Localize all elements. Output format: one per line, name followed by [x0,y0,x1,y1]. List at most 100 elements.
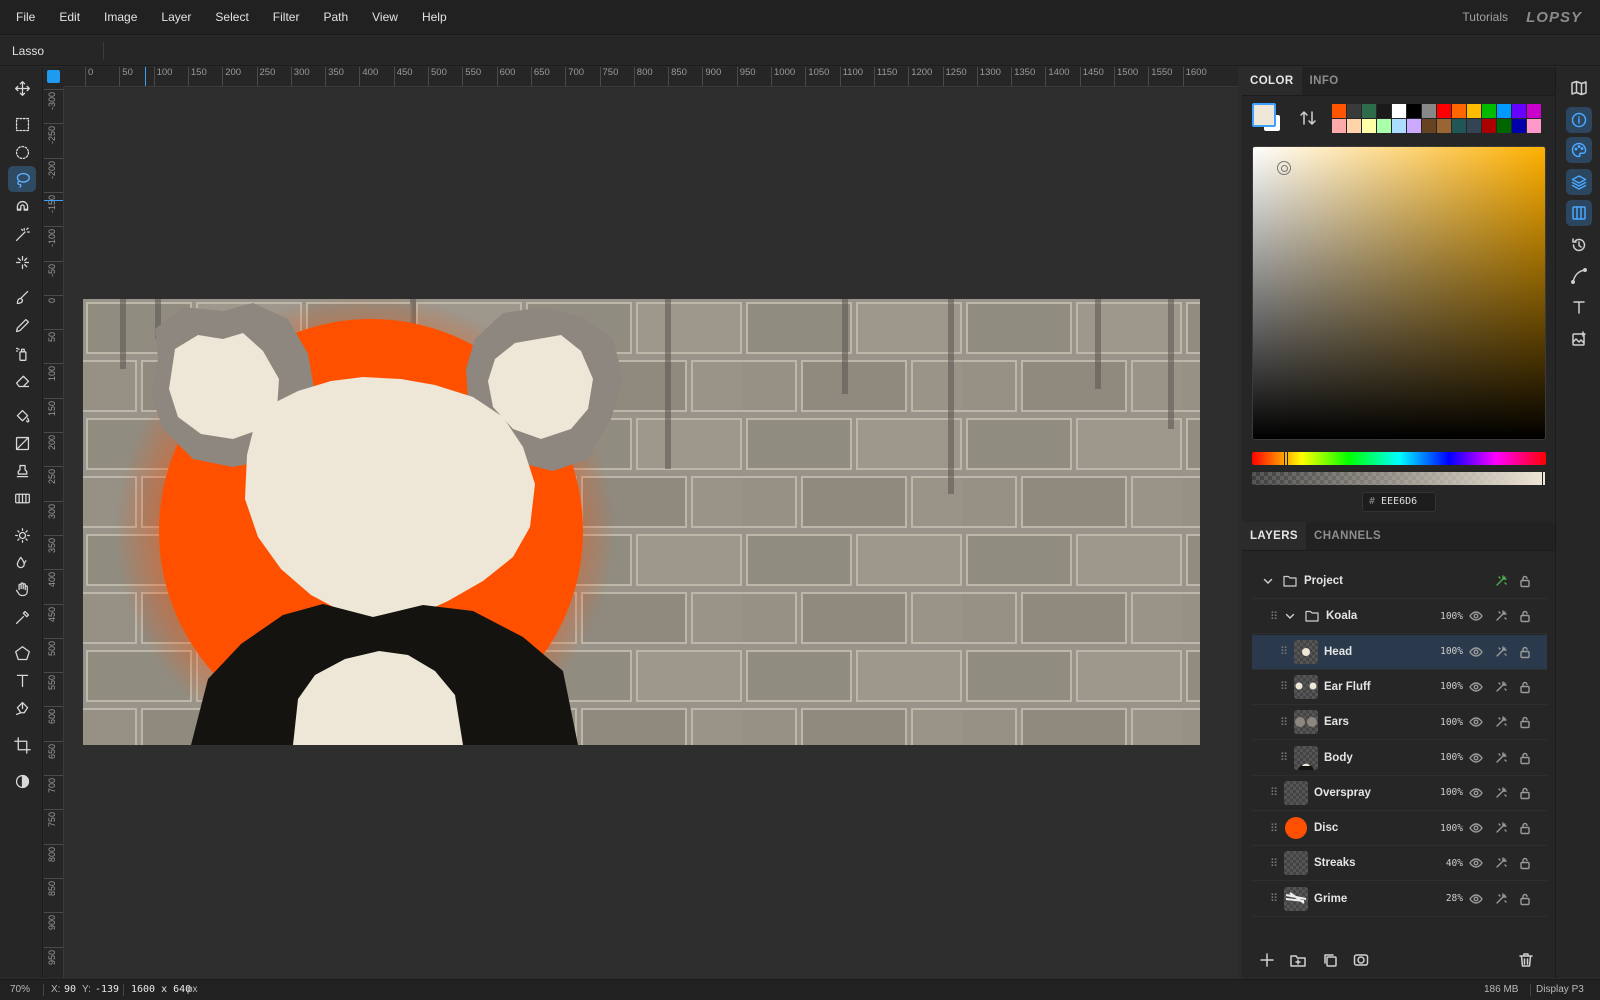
palette-swatch[interactable] [1497,119,1511,133]
palette-swatch[interactable] [1527,104,1541,118]
eye-icon[interactable] [1469,645,1483,659]
curve-panel-button[interactable] [1566,263,1592,289]
dodge-tool[interactable] [8,522,36,548]
layer-opacity[interactable]: 100% [1440,787,1463,798]
lock-icon[interactable] [1518,856,1532,870]
palette-swatch[interactable] [1482,104,1496,118]
effects-icon[interactable] [1494,609,1508,623]
palette-swatch[interactable] [1392,104,1406,118]
lock-icon[interactable] [1518,645,1532,659]
layer-name[interactable]: Streaks [1314,857,1356,869]
layer-name[interactable]: Grime [1314,893,1347,905]
zoom-level[interactable]: 70% [10,980,30,1000]
drag-handle-icon[interactable]: ⠿ [1280,716,1288,729]
swap-colors-icon[interactable] [1300,109,1316,127]
hex-input[interactable]: # EEE6D6 [1362,492,1436,512]
effects-icon[interactable] [1494,786,1508,800]
menu-filter[interactable]: Filter [261,0,312,35]
palette-swatch[interactable] [1332,104,1346,118]
drag-handle-icon[interactable]: ⠿ [1280,751,1288,764]
layer-opacity[interactable]: 100% [1440,681,1463,692]
shape-tool[interactable] [8,640,36,666]
chevron-down-icon[interactable] [1262,575,1274,587]
ruler-origin-icon[interactable] [47,70,60,83]
eye-icon[interactable] [1469,715,1483,729]
palette-swatch[interactable] [1377,104,1391,118]
stamp-tool[interactable] [8,458,36,484]
menu-help[interactable]: Help [410,0,459,35]
palette-swatch[interactable] [1347,104,1361,118]
menu-layer[interactable]: Layer [149,0,203,35]
eye-icon[interactable] [1469,892,1483,906]
drag-handle-icon[interactable]: ⠿ [1270,892,1278,905]
artboard[interactable] [83,299,1200,745]
tab-color[interactable]: COLOR [1242,67,1302,95]
menu-view[interactable]: View [360,0,410,35]
drag-handle-icon[interactable]: ⠿ [1280,680,1288,693]
effects-icon[interactable] [1494,715,1508,729]
alpha-handle[interactable] [1542,471,1546,486]
layers-panel-button[interactable] [1566,169,1592,195]
palette-swatch[interactable] [1467,104,1481,118]
layer-name[interactable]: Overspray [1314,787,1371,799]
layer-opacity[interactable]: 100% [1440,646,1463,657]
ruler-corner[interactable] [44,67,64,87]
columns-panel-button[interactable] [1566,200,1592,226]
drag-handle-icon[interactable]: ⠿ [1270,822,1278,835]
drag-handle-icon[interactable]: ⠿ [1280,645,1288,658]
color-profile[interactable]: Display P3 [1536,980,1584,1000]
add-layer-icon[interactable] [1259,952,1277,970]
palette-swatch[interactable] [1407,119,1421,133]
vertical-ruler[interactable]: -300 -250 -200 -150 -100 -50 0 50 100 150 200 250 30… [44,87,64,978]
palette-swatch[interactable] [1392,119,1406,133]
palette-swatch[interactable] [1512,119,1526,133]
layer-row[interactable]: ⠿ Head 100% [1252,634,1547,670]
map-panel-button[interactable] [1566,75,1592,101]
palette-swatch[interactable] [1362,119,1376,133]
palette-swatch[interactable] [1437,119,1451,133]
image-plus-panel-button[interactable] [1566,326,1592,352]
layer-name[interactable]: Ears [1324,716,1349,728]
eraser-tool[interactable] [8,367,36,393]
layer-opacity[interactable]: 100% [1440,717,1463,728]
drag-handle-icon[interactable]: ⠿ [1270,786,1278,799]
eye-icon[interactable] [1469,786,1483,800]
blur-tool[interactable] [8,549,36,575]
fill-tool[interactable] [8,403,36,429]
effects-icon[interactable] [1494,892,1508,906]
palette-swatch[interactable] [1452,104,1466,118]
ellipse-select-tool[interactable] [8,139,36,165]
layer-row[interactable]: ⠿ Grime 28% [1252,882,1547,917]
palette-swatch[interactable] [1422,119,1436,133]
smudge-tool[interactable] [8,576,36,602]
eye-icon[interactable] [1469,856,1483,870]
hue-slider[interactable] [1252,451,1546,466]
layer-opacity[interactable]: 28% [1446,893,1463,904]
eye-icon[interactable] [1469,680,1483,694]
menu-file[interactable]: File [0,0,47,35]
lock-icon[interactable] [1518,821,1532,835]
layer-row[interactable]: ⠿ Body 100% [1252,741,1547,776]
pencil-tool[interactable] [8,312,36,338]
brush-tool[interactable] [8,284,36,310]
layer-opacity[interactable]: 100% [1440,823,1463,834]
gradient-tool[interactable] [8,430,36,456]
layer-name[interactable]: Project [1304,575,1343,587]
drag-handle-icon[interactable]: ⠿ [1270,857,1278,870]
eyedropper-tool[interactable] [8,604,36,630]
effects-icon[interactable] [1494,680,1508,694]
palette-swatch[interactable] [1407,104,1421,118]
menu-path[interactable]: Path [311,0,360,35]
magic-wand-tool[interactable] [8,221,36,247]
palette-swatch[interactable] [1452,119,1466,133]
pen-tool[interactable] [8,695,36,721]
eye-icon[interactable] [1469,751,1483,765]
lock-icon[interactable] [1518,715,1532,729]
layer-row[interactable]: ⠿ Ears 100% [1252,705,1547,741]
hue-handle[interactable] [1284,451,1288,466]
palette-swatch[interactable] [1527,119,1541,133]
lasso-tool[interactable] [8,166,36,192]
palette-swatch[interactable] [1512,104,1526,118]
layer-name[interactable]: Disc [1314,822,1338,834]
layer-name[interactable]: Koala [1326,610,1357,622]
